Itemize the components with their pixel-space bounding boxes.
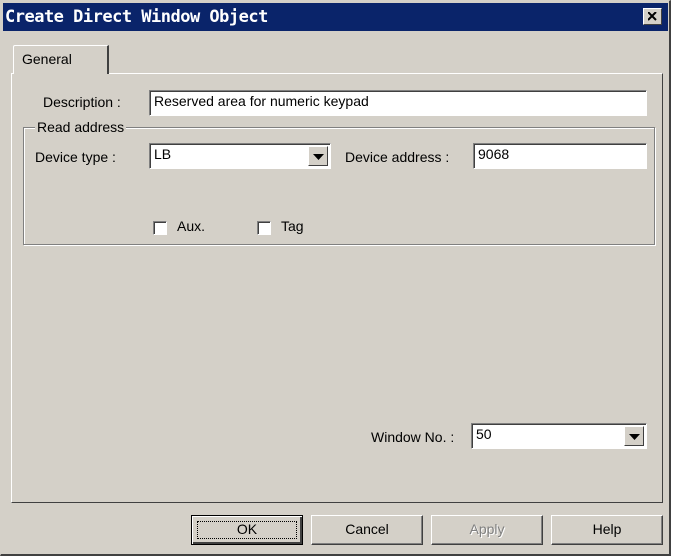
description-label: Description : bbox=[43, 94, 121, 110]
focus-rectangle bbox=[197, 521, 297, 539]
tab-general-label: General bbox=[22, 51, 72, 67]
window-no-dropdown-button[interactable] bbox=[624, 426, 644, 446]
ok-button[interactable]: OK bbox=[191, 515, 303, 545]
device-address-input[interactable]: 9068 bbox=[473, 143, 647, 169]
help-button-label: Help bbox=[592, 521, 622, 537]
aux-checkbox[interactable] bbox=[153, 221, 167, 235]
window-no-value: 50 bbox=[476, 426, 492, 442]
close-button[interactable] bbox=[643, 8, 662, 25]
description-input[interactable]: Reserved area for numeric keypad bbox=[149, 90, 647, 116]
chevron-down-icon bbox=[629, 434, 640, 440]
close-icon bbox=[648, 12, 657, 21]
aux-label: Aux. bbox=[177, 218, 206, 234]
cancel-button[interactable]: Cancel bbox=[311, 515, 423, 545]
window-no-label: Window No. : bbox=[371, 429, 455, 445]
device-type-value: LB bbox=[154, 146, 172, 162]
tab-general[interactable]: General bbox=[13, 45, 109, 74]
device-type-select[interactable]: LB bbox=[149, 143, 331, 169]
cancel-button-label: Cancel bbox=[345, 521, 389, 537]
help-button[interactable]: Help bbox=[551, 515, 663, 545]
apply-button-label: Apply bbox=[469, 521, 505, 537]
tag-label: Tag bbox=[281, 218, 304, 234]
window-title: Create Direct Window Object bbox=[5, 7, 268, 27]
apply-button[interactable]: Apply bbox=[431, 515, 543, 545]
device-type-dropdown-button[interactable] bbox=[308, 146, 328, 166]
tag-checkbox[interactable] bbox=[257, 221, 271, 235]
read-address-group-title: Read address bbox=[35, 119, 127, 135]
chevron-down-icon bbox=[313, 154, 324, 160]
device-type-label: Device type : bbox=[35, 149, 116, 165]
device-address-label: Device address : bbox=[345, 149, 450, 165]
title-bar[interactable]: Create Direct Window Object bbox=[3, 3, 668, 31]
dialog-window: Create Direct Window Object General Desc… bbox=[0, 0, 671, 556]
window-no-select[interactable]: 50 bbox=[471, 423, 647, 449]
